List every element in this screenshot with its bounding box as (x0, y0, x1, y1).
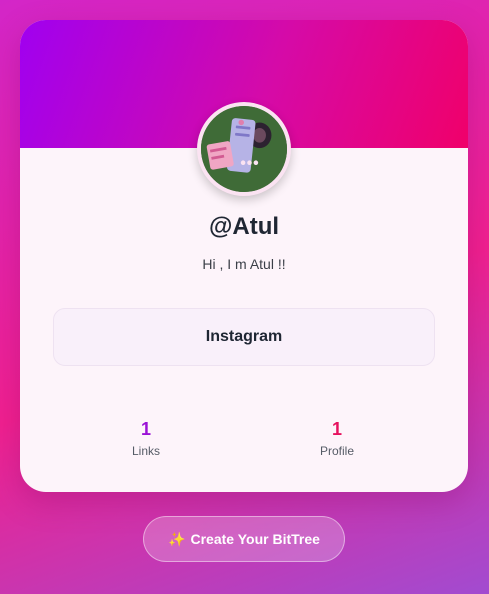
stat-links-label: Links (131, 444, 160, 458)
stat-profile: 1 Profile (277, 418, 397, 458)
stat-links: 1 Links (86, 418, 206, 458)
profile-card: @Atul Hi , I m Atul !! Instagram 1 Links… (20, 20, 468, 492)
sparkles-icon: ✨ (168, 530, 186, 547)
link-button-instagram[interactable]: Instagram (53, 308, 435, 366)
stat-links-value: 1 (140, 419, 151, 439)
stat-profile-label: Profile (319, 444, 354, 458)
profile-bio: Hi , I m Atul !! (202, 256, 286, 272)
create-bittree-label: Create Your BitTree (190, 531, 320, 547)
profile-username: @Atul (208, 213, 280, 240)
avatar-image (201, 106, 287, 192)
avatar (197, 102, 291, 196)
create-bittree-button[interactable]: ✨ Create Your BitTree (143, 516, 345, 562)
stat-profile-value: 1 (331, 419, 342, 439)
